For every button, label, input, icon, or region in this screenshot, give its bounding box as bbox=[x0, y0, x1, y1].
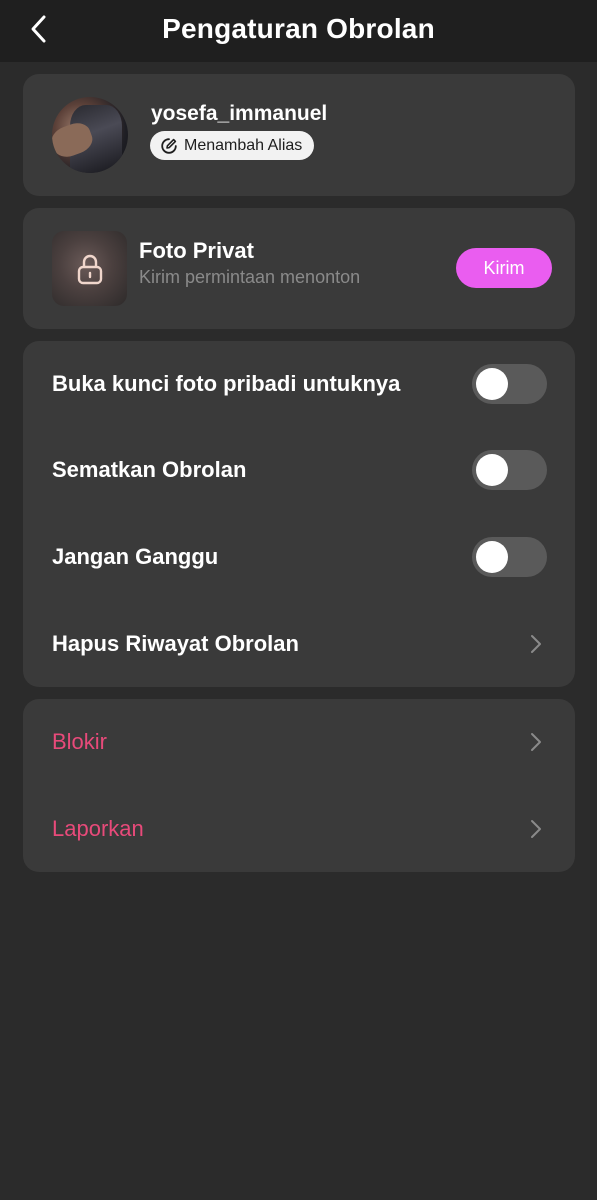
settings-row-pin-chat[interactable]: Sematkan Obrolan bbox=[23, 427, 575, 513]
settings-row-label: Sematkan Obrolan bbox=[52, 457, 247, 482]
chevron-right-icon bbox=[526, 732, 546, 752]
settings-row-do-not-disturb[interactable]: Jangan Ganggu bbox=[23, 514, 575, 600]
report-row[interactable]: Laporkan bbox=[23, 786, 575, 872]
block-label: Blokir bbox=[52, 729, 108, 754]
settings-row-label: Hapus Riwayat Obrolan bbox=[52, 631, 299, 656]
profile-card: yosefa_immanuel Menambah Alias bbox=[23, 74, 575, 196]
page-title: Pengaturan Obrolan bbox=[162, 13, 435, 44]
unlock-private-photos-toggle[interactable] bbox=[472, 364, 547, 404]
pin-chat-toggle[interactable] bbox=[472, 450, 547, 490]
edit-icon bbox=[161, 137, 177, 154]
settings-row-unlock-private-photos[interactable]: Buka kunci foto pribadi untuknya bbox=[23, 341, 575, 427]
do-not-disturb-toggle[interactable] bbox=[472, 537, 547, 577]
report-label: Laporkan bbox=[52, 816, 144, 841]
settings-row-clear-chat-history[interactable]: Hapus Riwayat Obrolan bbox=[23, 601, 575, 687]
add-alias-label: Menambah Alias bbox=[184, 136, 303, 154]
lock-icon bbox=[77, 254, 102, 284]
add-alias-button[interactable]: Menambah Alias bbox=[150, 131, 315, 160]
block-row[interactable]: Blokir bbox=[23, 699, 575, 785]
chevron-right-icon bbox=[526, 819, 546, 839]
chat-settings-card: Buka kunci foto pribadi untuknya Sematka… bbox=[23, 341, 575, 687]
settings-row-label: Jangan Ganggu bbox=[52, 544, 219, 569]
send-request-button[interactable]: Kirim bbox=[456, 248, 552, 288]
private-photo-title: Foto Privat bbox=[139, 238, 254, 263]
private-photo-thumbnail bbox=[52, 231, 127, 306]
top-bar: Pengaturan Obrolan bbox=[0, 0, 597, 62]
private-photo-subtitle: Kirim permintaan menonton bbox=[139, 267, 361, 287]
block-report-card: Blokir Laporkan bbox=[23, 699, 575, 872]
username: yosefa_immanuel bbox=[151, 102, 328, 125]
settings-row-label: Buka kunci foto pribadi untuknya bbox=[52, 371, 401, 396]
chevron-right-icon bbox=[526, 634, 546, 654]
avatar[interactable] bbox=[52, 97, 128, 173]
private-photo-card: Foto Privat Kirim permintaan menonton Ki… bbox=[23, 208, 575, 329]
